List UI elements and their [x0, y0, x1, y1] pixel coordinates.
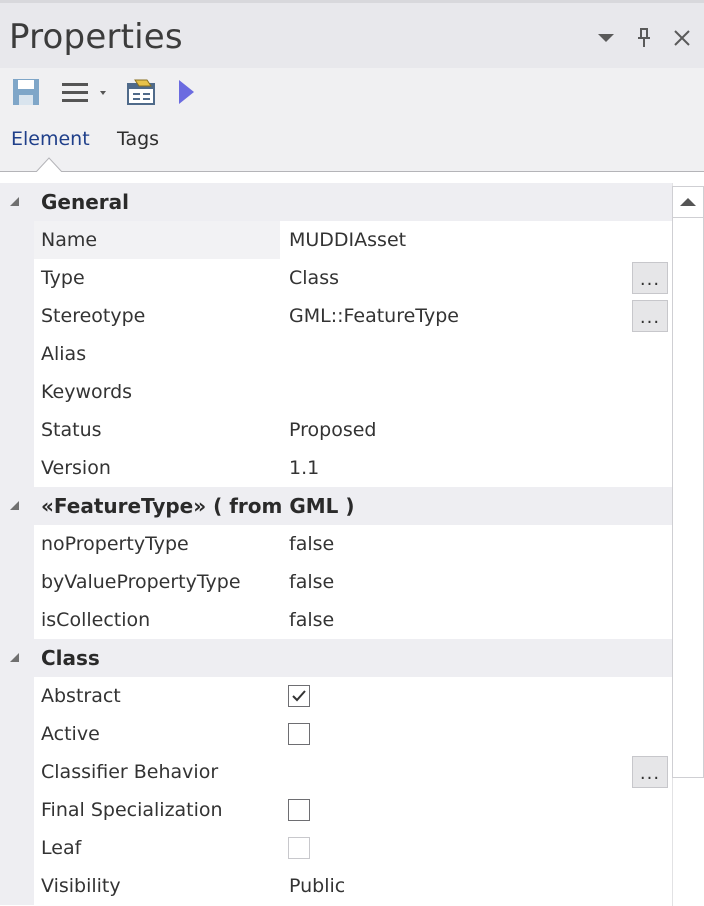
row-gutter [0, 601, 34, 639]
collapse-icon[interactable] [10, 501, 19, 510]
close-icon[interactable] [670, 25, 694, 51]
property-value[interactable]: 1.1 [289, 457, 319, 479]
property-value[interactable]: false [289, 571, 334, 593]
abstract-checkbox[interactable] [288, 685, 310, 707]
row-gutter [0, 753, 34, 791]
property-name: Type [41, 267, 85, 289]
category-label: General [41, 190, 129, 214]
property-row-visibility[interactable]: Visibility Public [0, 867, 672, 905]
property-row-final-specialization[interactable]: Final Specialization [0, 791, 672, 829]
row-gutter [0, 867, 34, 905]
property-row-classifier-behavior[interactable]: Classifier Behavior ... [0, 753, 672, 791]
properties-toolbar [0, 68, 704, 116]
row-gutter [0, 373, 34, 411]
property-row-type[interactable]: Type Class ... [0, 259, 672, 297]
collapse-icon[interactable] [10, 197, 19, 206]
category-label: Class [41, 646, 100, 670]
category-class[interactable]: Class [0, 639, 672, 677]
panel-title-bar: Properties [0, 0, 704, 68]
row-gutter [0, 677, 34, 715]
property-row-keywords[interactable]: Keywords [0, 373, 672, 411]
row-gutter [0, 221, 34, 259]
pin-icon[interactable] [632, 25, 656, 51]
collapse-icon[interactable] [10, 653, 19, 662]
category-general[interactable]: General [0, 183, 672, 221]
property-row-active[interactable]: Active [0, 715, 672, 753]
property-row-alias[interactable]: Alias [0, 335, 672, 373]
category-featuretype[interactable]: «FeatureType» ( from GML ) [0, 487, 672, 525]
property-name: Version [41, 457, 111, 479]
tab-strip: Element Tags [0, 116, 704, 172]
tab-element[interactable]: Element [11, 128, 90, 150]
property-name: Name [41, 229, 98, 251]
property-name: Stereotype [41, 305, 146, 327]
property-row-abstract[interactable]: Abstract [0, 677, 672, 715]
property-name: Classifier Behavior [41, 761, 219, 783]
property-value[interactable]: GML::FeatureType [289, 305, 459, 327]
property-row-nopropertytype[interactable]: noPropertyType false [0, 525, 672, 563]
type-browse-button[interactable]: ... [632, 262, 668, 294]
property-row-status[interactable]: Status Proposed [0, 411, 672, 449]
active-checkbox[interactable] [288, 723, 310, 745]
property-value[interactable]: false [289, 609, 334, 631]
property-row-byvaluepropertytype[interactable]: byValuePropertyType false [0, 563, 672, 601]
properties-dialog-icon[interactable] [124, 76, 158, 108]
final-specialization-checkbox[interactable] [288, 799, 310, 821]
scrollbar-thumb[interactable] [672, 218, 704, 778]
row-gutter [0, 829, 34, 867]
property-grid: General Name MUDDIAsset Type Class ... S… [0, 183, 672, 906]
active-tab-indicator [36, 157, 62, 173]
property-value[interactable]: false [289, 533, 334, 555]
checkmark-icon [292, 690, 306, 702]
row-gutter [0, 297, 34, 335]
row-gutter [0, 525, 34, 563]
property-value[interactable]: MUDDIAsset [289, 229, 406, 251]
category-label: «FeatureType» ( from GML ) [41, 494, 355, 518]
property-row-stereotype[interactable]: Stereotype GML::FeatureType ... [0, 297, 672, 335]
row-gutter [0, 563, 34, 601]
property-row-iscollection[interactable]: isCollection false [0, 601, 672, 639]
row-gutter [0, 335, 34, 373]
property-row-name[interactable]: Name MUDDIAsset [0, 221, 672, 259]
property-name: noPropertyType [41, 533, 189, 555]
property-name: Leaf [41, 837, 82, 859]
property-name: Final Specialization [41, 799, 223, 821]
row-gutter [0, 259, 34, 297]
property-name: byValuePropertyType [41, 571, 241, 593]
property-name: isCollection [41, 609, 151, 631]
chevron-up-icon [680, 198, 696, 206]
save-icon[interactable] [10, 76, 42, 108]
property-name: Abstract [41, 685, 121, 707]
property-name: Keywords [41, 381, 133, 403]
property-value[interactable]: Public [289, 875, 345, 897]
tab-tags[interactable]: Tags [117, 128, 159, 150]
property-name: Alias [41, 343, 87, 365]
classifier-behavior-browse-button[interactable]: ... [632, 756, 668, 788]
chevron-down-icon[interactable] [594, 25, 618, 51]
scroll-up-button[interactable] [672, 186, 704, 218]
play-icon[interactable] [174, 76, 198, 108]
property-row-leaf[interactable]: Leaf [0, 829, 672, 867]
property-row-version[interactable]: Version 1.1 [0, 449, 672, 487]
row-gutter [0, 449, 34, 487]
property-name: Visibility [41, 875, 121, 897]
property-value[interactable]: Class [289, 267, 339, 289]
property-value[interactable]: Proposed [289, 419, 376, 441]
property-name: Status [41, 419, 102, 441]
row-gutter [0, 715, 34, 753]
property-name: Active [41, 723, 100, 745]
row-gutter [0, 411, 34, 449]
list-menu-icon[interactable] [60, 76, 112, 108]
stereotype-browse-button[interactable]: ... [632, 300, 668, 332]
leaf-checkbox [288, 837, 310, 859]
panel-title: Properties [9, 17, 183, 57]
row-gutter [0, 791, 34, 829]
